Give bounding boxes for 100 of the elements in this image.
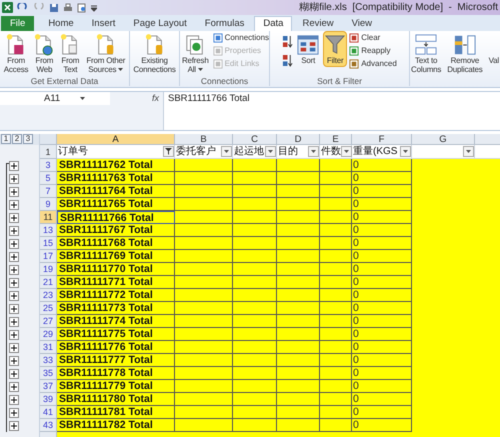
ribbon-small-button[interactable]: Clear	[349, 32, 397, 44]
ribbon-small-button[interactable]: Advanced	[349, 58, 397, 70]
column-header[interactable]: E	[320, 134, 352, 145]
expand-button[interactable]	[9, 304, 19, 314]
column-header[interactable]: B	[175, 134, 233, 145]
column-header[interactable]: C	[233, 134, 277, 145]
group-label: Get External Data	[30, 76, 100, 86]
row-header[interactable]: 21	[40, 276, 57, 289]
expand-button[interactable]	[9, 212, 19, 222]
name-box[interactable]: A11	[0, 92, 110, 105]
expand-button[interactable]	[9, 394, 19, 404]
ribbon-button[interactable]: Existing Connections	[131, 31, 178, 76]
undo-icon[interactable]	[17, 3, 29, 12]
table-cell: 0	[352, 172, 412, 185]
column-header[interactable]: D	[277, 134, 320, 145]
row-header[interactable]: 3	[40, 159, 57, 172]
row-header[interactable]: 31	[40, 341, 57, 354]
plus-icon	[11, 254, 17, 260]
expand-button[interactable]	[9, 186, 19, 196]
print-icon[interactable]	[63, 2, 73, 12]
row-header[interactable]: 35	[40, 367, 57, 380]
ribbon-tab[interactable]: Formulas	[196, 16, 252, 31]
expand-button[interactable]	[9, 382, 19, 392]
row-header[interactable]: 17	[40, 250, 57, 263]
column-header[interactable]: A	[57, 134, 175, 145]
ribbon-button[interactable]: From Other Sources	[84, 31, 128, 76]
expand-button[interactable]	[9, 356, 19, 366]
ribbon-button[interactable]: Sort	[295, 31, 322, 67]
expand-button[interactable]	[9, 238, 19, 248]
ribbon-button[interactable]: From Web	[32, 31, 56, 76]
table-cell: SBR11111770 Total	[57, 263, 175, 276]
expand-button[interactable]	[9, 252, 19, 262]
row-header[interactable]: 43	[40, 419, 57, 432]
ribbon-small-button[interactable]: Reapply	[349, 45, 397, 57]
filter-dropdown-button[interactable]	[463, 146, 474, 157]
filter-dropdown-button[interactable]	[221, 146, 232, 157]
ribbon-tab[interactable]: Home	[40, 16, 82, 31]
ribbon-button[interactable]: Filter	[323, 31, 348, 67]
ribbon-button[interactable]: Refresh All	[180, 31, 211, 76]
row-header[interactable]: 11	[40, 211, 57, 224]
row-header[interactable]: 1	[40, 145, 57, 159]
ribbon-button[interactable]: Remove Duplicates	[445, 31, 485, 76]
filter-dropdown-button[interactable]	[341, 146, 352, 157]
row-header[interactable]: 7	[40, 185, 57, 198]
table-cell	[233, 354, 277, 367]
sort-descending-icon[interactable]	[282, 54, 294, 67]
ribbon-button[interactable]: Val	[486, 31, 500, 67]
ribbon-button[interactable]: From Access	[2, 31, 30, 76]
row-header[interactable]: 5	[40, 172, 57, 185]
row-header[interactable]: 29	[40, 328, 57, 341]
customize-icon[interactable]	[91, 4, 97, 12]
row-header[interactable]: 23	[40, 289, 57, 302]
sort-ascending-icon[interactable]	[282, 35, 294, 48]
row-header[interactable]: 41	[40, 406, 57, 419]
filter-dropdown-button[interactable]	[308, 146, 319, 157]
ribbon-tab[interactable]: File	[1, 16, 34, 31]
filter-dropdown-button[interactable]	[265, 146, 276, 157]
expand-button[interactable]	[9, 278, 19, 288]
outline-level-button[interactable]: 2	[12, 134, 22, 144]
ribbon-tab[interactable]: View	[344, 16, 380, 31]
expand-button[interactable]	[9, 420, 19, 430]
row-header[interactable]: 33	[40, 354, 57, 367]
outline-level-button[interactable]: 3	[23, 134, 33, 144]
table-cell	[175, 250, 233, 263]
expand-button[interactable]	[9, 174, 19, 184]
column-header[interactable]: F	[352, 134, 412, 145]
expand-button[interactable]	[9, 264, 19, 274]
print-preview-icon[interactable]	[77, 2, 87, 12]
database-document-icon	[96, 34, 116, 56]
row-header[interactable]: 39	[40, 393, 57, 406]
filter-dropdown-button[interactable]	[400, 146, 411, 157]
formula-input[interactable]: SBR11111766 Total	[164, 92, 500, 130]
filter-dropdown-button[interactable]	[163, 146, 174, 157]
expand-button[interactable]	[9, 342, 19, 352]
ribbon-small-button[interactable]: Connections	[212, 32, 270, 44]
ribbon-button[interactable]: From Text	[58, 31, 82, 76]
row-header[interactable]: 37	[40, 380, 57, 393]
row-header[interactable]: 9	[40, 198, 57, 211]
row-header[interactable]: 19	[40, 263, 57, 276]
expand-button[interactable]	[9, 200, 19, 210]
ribbon-tab[interactable]: Page Layout	[125, 16, 195, 31]
save-icon[interactable]	[49, 2, 59, 12]
row-header[interactable]: 13	[40, 224, 57, 237]
ribbon-tab[interactable]: Review	[294, 16, 342, 31]
row-header[interactable]: 25	[40, 302, 57, 315]
expand-button[interactable]	[9, 316, 19, 326]
fx-button[interactable]: fx	[152, 92, 159, 105]
ribbon-tab[interactable]: Data	[254, 16, 292, 31]
expand-button[interactable]	[9, 160, 19, 170]
expand-button[interactable]	[9, 290, 19, 300]
expand-button[interactable]	[9, 368, 19, 378]
ribbon-tab[interactable]: Insert	[84, 16, 124, 31]
column-header[interactable]: G	[412, 134, 475, 145]
expand-button[interactable]	[9, 226, 19, 236]
ribbon-button[interactable]: Text to Columns	[409, 31, 444, 76]
expand-button[interactable]	[9, 408, 19, 418]
outline-level-button[interactable]: 1	[1, 134, 11, 144]
row-header[interactable]: 15	[40, 237, 57, 250]
expand-button[interactable]	[9, 330, 19, 340]
row-header[interactable]: 27	[40, 315, 57, 328]
